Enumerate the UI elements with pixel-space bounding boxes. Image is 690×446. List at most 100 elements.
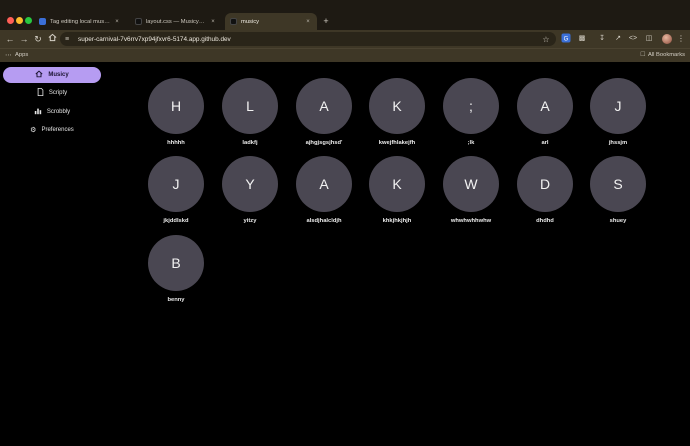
artist-card[interactable]: B benny [146, 235, 206, 303]
artist-card[interactable]: H hhhhh [146, 78, 206, 146]
github-favicon-icon [135, 18, 142, 25]
home-icon[interactable] [45, 32, 59, 46]
apps-grid-icon: ⋯ [5, 52, 12, 59]
artist-name: jkjddlskd [163, 218, 189, 224]
tab-favicon-icon [39, 18, 46, 25]
all-bookmarks[interactable]: □ All Bookmarks [641, 51, 685, 58]
sidebar-item-scripty[interactable]: Scripty [3, 85, 101, 101]
sidebar: Musicy Scripty Scrobbly ⚙ Preferences [0, 62, 110, 446]
browser-toolbar: ← → ↻ ≡ super-carnival-7v6rrv7xp94jfxvr6… [0, 30, 690, 48]
browser-tab-active[interactable]: musicy × [225, 13, 317, 30]
reload-icon[interactable]: ↻ [31, 32, 45, 46]
extensions-puzzle-icon[interactable]: ▩ [576, 33, 588, 45]
artist-avatar: K [369, 156, 425, 212]
artist-avatar: W [443, 156, 499, 212]
artist-card[interactable]: S shuey [588, 156, 648, 224]
svg-text:G: G [564, 36, 569, 42]
maximize-window-button[interactable] [25, 17, 32, 24]
sidebar-item-scrobbly[interactable]: Scrobbly [3, 104, 101, 120]
folder-icon: □ [640, 51, 645, 58]
artist-avatar: J [148, 156, 204, 212]
address-bar[interactable]: ≡ super-carnival-7v6rrv7xp94jfxvr6-5174.… [60, 32, 556, 46]
bookmarks-bar: ⋯ Apps □ All Bookmarks [0, 48, 690, 62]
sidebar-item-musicy[interactable]: Musicy [3, 67, 101, 83]
artist-name: whwhwhhwhw [450, 218, 492, 224]
artist-avatar: S [590, 156, 646, 212]
home-icon [35, 70, 43, 80]
tab-close-icon[interactable]: × [113, 19, 121, 25]
artist-avatar: Y [222, 156, 278, 212]
browser-tab[interactable]: Tag editing local music files × [34, 13, 126, 30]
profile-avatar[interactable] [662, 34, 672, 44]
gear-icon: ⚙ [30, 127, 37, 134]
artist-card[interactable]: A ajhgjsgsjhsd' [294, 78, 354, 146]
artist-name: ;lk [467, 140, 475, 146]
back-arrow-icon[interactable]: ← [3, 32, 17, 46]
site-settings-icon[interactable]: ≡ [65, 36, 75, 43]
artist-name: ladkfj [242, 140, 258, 146]
share-icon[interactable]: ↗ [612, 33, 624, 45]
artist-name: alsdjhalcldjh [306, 218, 342, 224]
artist-card[interactable]: J jkjddlskd [146, 156, 206, 224]
artist-card[interactable]: W whwhwhhwhw [441, 156, 501, 224]
devtools-code-icon[interactable]: <> [627, 33, 639, 45]
tab-title: Tag editing local music files [50, 18, 110, 25]
sidebar-item-label: Scripty [48, 90, 68, 96]
artist-avatar: L [222, 78, 278, 134]
artist-card[interactable]: A arl [515, 78, 575, 146]
artist-card[interactable]: D dhdhd [515, 156, 575, 224]
artist-name: benny [167, 297, 185, 303]
bookmark-star-icon[interactable]: ☆ [540, 35, 552, 44]
tab-title: layout.css — Musicy [Codespaces] [146, 18, 206, 25]
artist-name: ajhgjsgsjhsd' [305, 140, 343, 146]
artist-avatar: B [148, 235, 204, 291]
artist-name: jhssjm [608, 140, 628, 146]
artist-name: hhhhh [167, 140, 185, 146]
artist-avatar: J [590, 78, 646, 134]
artist-avatar: ; [443, 78, 499, 134]
side-panel-icon[interactable]: ◫ [643, 33, 655, 45]
artist-avatar: A [296, 156, 352, 212]
browser-tab[interactable]: layout.css — Musicy [Codespaces] × [130, 13, 222, 30]
artist-card[interactable]: Y yitzy [220, 156, 280, 224]
sidebar-item-label: Scrobbly [46, 109, 71, 115]
artist-card[interactable]: J jhssjm [588, 78, 648, 146]
artist-avatar: D [517, 156, 573, 212]
bar-chart-icon [34, 107, 42, 117]
artist-name: khkjhkjhjh [382, 218, 412, 224]
tab-close-icon[interactable]: × [304, 19, 312, 25]
browser-titlebar: Tag editing local music files × layout.c… [0, 0, 690, 30]
bookmark-apps-label: Apps [15, 52, 29, 58]
artist-name: arl [541, 140, 549, 146]
translate-extension-icon[interactable]: G [560, 33, 572, 45]
github-favicon-icon [230, 18, 237, 25]
artist-avatar: A [296, 78, 352, 134]
url-text[interactable]: super-carnival-7v6rrv7xp94jfxvr6-5174.ap… [78, 36, 540, 43]
artist-name: shuey [609, 218, 627, 224]
forward-arrow-icon[interactable]: → [17, 32, 31, 46]
bookmark-apps[interactable]: ⋯ Apps [5, 51, 28, 59]
artist-avatar: K [369, 78, 425, 134]
sidebar-item-label: Preferences [41, 127, 74, 133]
tab-title: musicy [241, 18, 260, 25]
artist-name: dhdhd [536, 218, 554, 224]
close-window-button[interactable] [7, 17, 14, 24]
document-icon [37, 88, 44, 98]
artist-card[interactable]: ; ;lk [441, 78, 501, 146]
artist-card[interactable]: K kwejfhlakejfh [367, 78, 427, 146]
artist-name: kwejfhlakejfh [378, 140, 416, 146]
artist-card[interactable]: L ladkfj [220, 78, 280, 146]
minimize-window-button[interactable] [16, 17, 23, 24]
sidebar-item-label: Musicy [48, 72, 69, 78]
tab-close-icon[interactable]: × [209, 19, 217, 25]
all-bookmarks-label: All Bookmarks [647, 51, 685, 58]
artist-name: yitzy [243, 218, 257, 224]
sidebar-item-preferences[interactable]: ⚙ Preferences [3, 122, 101, 138]
artist-card[interactable]: A alsdjhalcldjh [294, 156, 354, 224]
musicy-app: Musicy Scripty Scrobbly ⚙ Preferences H … [0, 62, 690, 446]
artist-avatar: H [148, 78, 204, 134]
artist-card[interactable]: K khkjhkjhjh [367, 156, 427, 224]
new-tab-button[interactable]: + [321, 15, 331, 27]
browser-menu-icon[interactable]: ⋮ [677, 33, 685, 45]
download-icon[interactable]: ↧ [596, 33, 608, 45]
